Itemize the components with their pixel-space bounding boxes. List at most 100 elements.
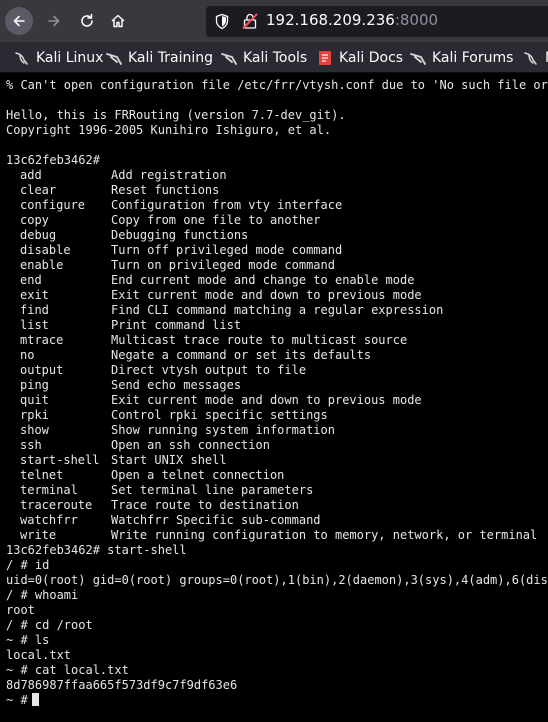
command-name: find bbox=[20, 303, 49, 317]
bookmark-label: Kali Linux bbox=[36, 50, 104, 66]
command-description: Debugging functions bbox=[111, 228, 249, 242]
bookmark-kali-training[interactable]: Kali Training bbox=[105, 47, 213, 69]
command-description: Turn on privileged mode command bbox=[111, 258, 335, 272]
command-description: Print command list bbox=[111, 318, 242, 332]
command-description: End current mode and change to enable mo… bbox=[111, 273, 415, 287]
command-description: Open a telnet connection bbox=[111, 468, 285, 482]
command-description: Configuration from vty interface bbox=[111, 198, 343, 212]
command-name: show bbox=[20, 423, 49, 437]
back-button[interactable] bbox=[5, 7, 33, 35]
url-text[interactable]: 192.168.209.236:8000 bbox=[266, 11, 438, 29]
terminal-line: local.txt bbox=[6, 648, 72, 662]
command-name: copy bbox=[20, 213, 49, 227]
reload-icon bbox=[81, 13, 93, 27]
command-name: end bbox=[20, 273, 42, 287]
text-cursor[interactable] bbox=[31, 693, 39, 706]
command-name: clear bbox=[20, 183, 57, 197]
bookmark-label: Kali Training bbox=[128, 50, 213, 66]
browser-toolbar: 192.168.209.236:8000 bbox=[0, 0, 548, 42]
terminal-line: ~ # ls bbox=[6, 633, 50, 647]
command-description: Add registration bbox=[111, 168, 227, 182]
command-description: Open an ssh connection bbox=[111, 438, 270, 452]
shield-icon[interactable] bbox=[214, 13, 230, 30]
command-description: Write running configuration to memory, n… bbox=[111, 528, 538, 542]
kali-docs-icon bbox=[316, 49, 334, 67]
command-name: terminal bbox=[20, 483, 78, 497]
arrow-right-icon bbox=[48, 15, 60, 27]
bookmarks-toolbar: Kali Linux Kali Training Kali Tools Kali… bbox=[0, 42, 548, 73]
command-description: Trace route to destination bbox=[111, 498, 299, 512]
command-description: Turn off privileged mode command bbox=[111, 243, 343, 257]
terminal-line: / # whoami bbox=[6, 588, 79, 602]
command-description: Direct vtysh output to file bbox=[111, 363, 307, 377]
command-description: Send echo messages bbox=[111, 378, 242, 392]
bookmark-label: Kali Forums bbox=[432, 50, 514, 66]
command-description: Multicast trace route to multicast sourc… bbox=[111, 333, 408, 347]
kali-tools-icon bbox=[220, 49, 238, 67]
bookmark-label: Kali Docs bbox=[339, 50, 404, 66]
forward-button[interactable] bbox=[40, 7, 68, 35]
command-name: no bbox=[20, 348, 35, 362]
terminal-line: ~ # cat local.txt bbox=[6, 663, 129, 677]
bookmark-kali-tools[interactable]: Kali Tools bbox=[220, 47, 307, 69]
home-icon bbox=[111, 14, 125, 28]
command-name: disable bbox=[20, 243, 71, 257]
terminal-line: Copyright 1996-2005 Kunihiro Ishiguro, e… bbox=[6, 123, 332, 137]
terminal-line: 13c62feb3462# bbox=[6, 153, 100, 167]
command-name: add bbox=[20, 168, 42, 182]
command-name: quit bbox=[20, 393, 49, 407]
command-name: enable bbox=[20, 258, 64, 272]
reload-button[interactable] bbox=[73, 7, 101, 35]
arrow-left-icon bbox=[13, 15, 25, 27]
command-description: Reset functions bbox=[111, 183, 220, 197]
command-name: output bbox=[20, 363, 64, 377]
url-host: 192.168.209.236 bbox=[266, 11, 395, 29]
command-name: watchfrr bbox=[20, 513, 78, 527]
command-description: Show running system information bbox=[111, 423, 335, 437]
command-name: list bbox=[20, 318, 49, 332]
terminal-line: root bbox=[6, 603, 35, 617]
kali-forums-icon bbox=[409, 49, 427, 67]
bookmark-n[interactable]: N bbox=[522, 47, 548, 69]
home-button[interactable] bbox=[104, 7, 132, 35]
bookmark-kali-forums[interactable]: Kali Forums bbox=[409, 47, 513, 69]
command-description: Watchfrr Specific sub-command bbox=[111, 513, 321, 527]
command-name: rpki bbox=[20, 408, 49, 422]
command-description: Exit current mode and down to previous m… bbox=[111, 288, 422, 302]
bookmark-kali-docs[interactable]: Kali Docs bbox=[316, 47, 403, 69]
command-description: Exit current mode and down to previous m… bbox=[111, 393, 422, 407]
kali-dragon-icon bbox=[522, 49, 540, 67]
terminal-line: uid=0(root) gid=0(root) groups=0(root),1… bbox=[6, 573, 548, 587]
command-name: ping bbox=[20, 378, 49, 392]
terminal-line: % Can't open configuration file /etc/frr… bbox=[6, 78, 548, 92]
terminal-line: Hello, this is FRRouting (version 7.7-de… bbox=[6, 108, 346, 122]
command-name: telnet bbox=[20, 468, 64, 482]
terminal-output[interactable]: % Can't open configuration file /etc/frr… bbox=[0, 73, 548, 722]
command-name: traceroute bbox=[20, 498, 93, 512]
url-bar[interactable]: 192.168.209.236:8000 bbox=[206, 6, 548, 37]
insecure-lock-icon[interactable] bbox=[241, 12, 259, 30]
bookmark-label: Kali Tools bbox=[243, 50, 308, 66]
terminal-line: 8d786987ffaa665f573df9c7f9df63e6 bbox=[6, 678, 238, 692]
command-name: exit bbox=[20, 288, 49, 302]
command-description: Negate a command or set its defaults bbox=[111, 348, 372, 362]
command-description: Find CLI command matching a regular expr… bbox=[111, 303, 444, 317]
command-description: Set terminal line parameters bbox=[111, 483, 314, 497]
kali-dragon-icon bbox=[13, 49, 31, 67]
url-port: :8000 bbox=[394, 11, 439, 29]
command-name: debug bbox=[20, 228, 57, 242]
prompt-text: ~ # bbox=[6, 693, 28, 707]
command-description: Start UNIX shell bbox=[111, 453, 227, 467]
command-description: Control rpki specific settings bbox=[111, 408, 328, 422]
command-name: start-shell bbox=[20, 453, 100, 467]
command-name: ssh bbox=[20, 438, 42, 452]
command-name: mtrace bbox=[20, 333, 64, 347]
command-description: Copy from one file to another bbox=[111, 213, 321, 227]
terminal-line: / # cd /root bbox=[6, 618, 93, 632]
command-name: write bbox=[20, 528, 57, 542]
command-name: configure bbox=[20, 198, 86, 212]
shell-prompt: ~ # bbox=[6, 693, 39, 708]
bookmark-kali-linux[interactable]: Kali Linux bbox=[13, 47, 103, 69]
terminal-line: / # id bbox=[6, 558, 50, 572]
terminal-line: 13c62feb3462# start-shell bbox=[6, 543, 187, 557]
